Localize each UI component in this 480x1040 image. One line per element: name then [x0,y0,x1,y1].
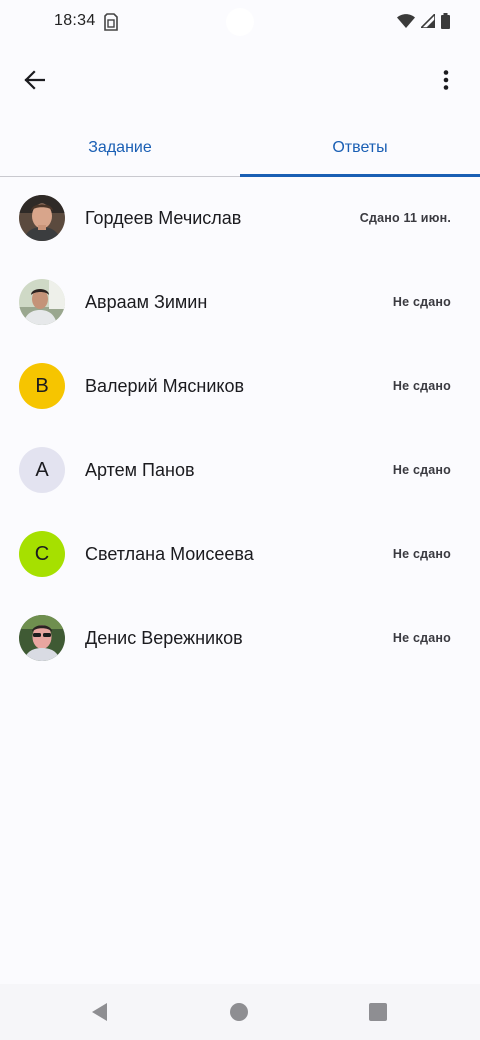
avatar-letter-text: В [35,374,49,397]
submission-status: Не сдано [392,379,451,393]
student-name: Авраам Зимин [85,291,208,312]
top-app-bar [0,50,480,114]
submission-status: Не сдано [392,463,451,477]
arrow-back-icon [23,69,46,96]
more-options-button[interactable] [426,62,466,102]
more-vert-icon [443,69,449,95]
back-button[interactable] [14,62,54,102]
submission-status: Не сдано [392,295,451,309]
student-row[interactable]: В Валерий Мясников Не сдано [0,344,480,428]
avatar-photo [19,195,65,241]
cellular-signal-icon [419,12,436,33]
submission-status: Сдано 11 июн. [359,211,451,225]
tab-answers[interactable]: Ответы [240,124,480,177]
tab-assignment[interactable]: Задание [0,124,240,176]
submission-status: Не сдано [392,547,451,561]
avatar-letter-text: А [35,458,49,481]
avatar-letter: С [19,531,65,577]
nav-recents-icon[interactable] [369,1003,387,1021]
tab-assignment-label: Задание [88,139,152,156]
battery-icon [441,13,450,34]
student-list: Гордеев Мечислав Сдано 11 июн. Авраам Зи… [0,176,480,680]
student-name: Светлана Моисеева [85,543,254,564]
student-name: Артем Панов [85,459,195,480]
student-row[interactable]: Гордеев Мечислав Сдано 11 июн. [0,176,480,260]
student-row[interactable]: А Артем Панов Не сдано [0,428,480,512]
student-name: Валерий Мясников [85,375,245,396]
status-time: 18:34 [54,12,96,29]
student-row[interactable]: С Светлана Моисеева Не сдано [0,512,480,596]
student-name: Гордеев Мечислав [85,207,242,228]
avatar-photo [19,615,65,661]
nav-home-icon[interactable] [230,1003,248,1021]
tab-bar: Задание Ответы [0,124,480,177]
nav-back-icon[interactable] [90,1002,110,1022]
tab-answers-label: Ответы [332,139,388,156]
avatar-photo [19,279,65,325]
camera-cutout [226,8,254,36]
system-navigation-bar [0,984,480,1040]
status-icons [397,12,450,34]
submission-status: Не сдано [392,631,451,645]
sim-card-icon [104,13,118,31]
student-name: Денис Вережников [85,627,243,648]
wifi-icon [397,14,415,33]
avatar-letter: А [19,447,65,493]
student-row[interactable]: Денис Вережников Не сдано [0,596,480,680]
avatar-letter-text: С [34,542,50,565]
student-row[interactable]: Авраам Зимин Не сдано [0,260,480,344]
status-bar: 18:34 [0,0,480,46]
avatar-letter: В [19,363,65,409]
